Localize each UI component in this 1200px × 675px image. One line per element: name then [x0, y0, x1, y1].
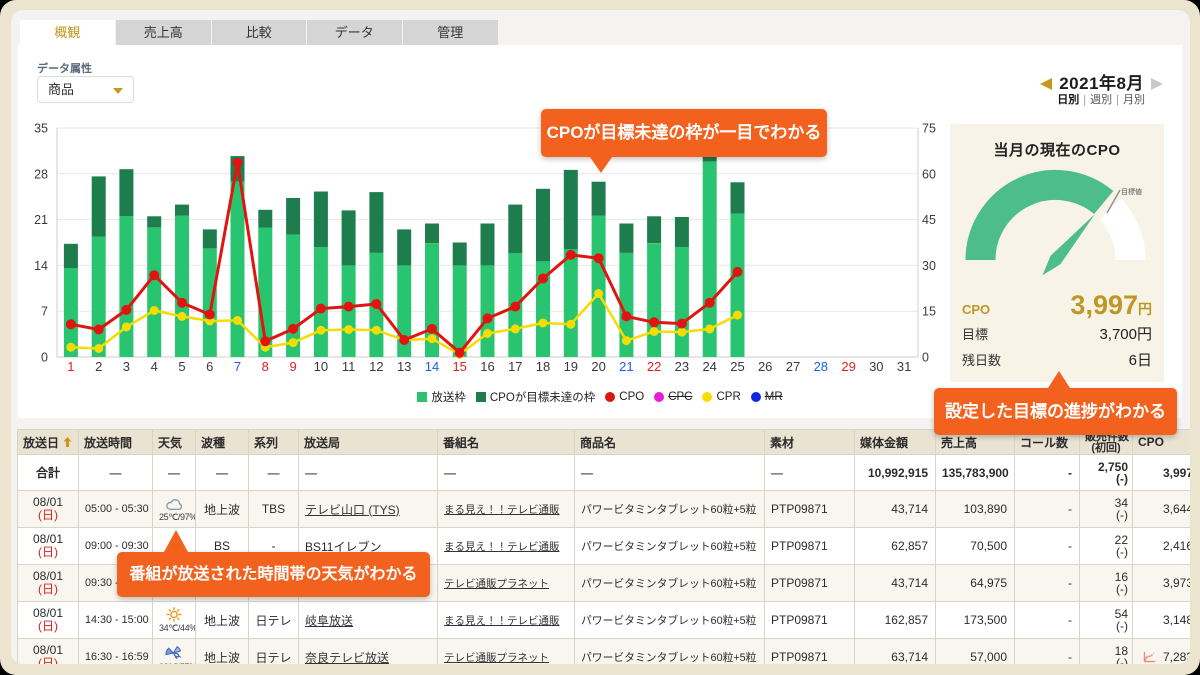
svg-text:16: 16 [480, 359, 494, 374]
svg-text:13: 13 [397, 359, 411, 374]
svg-text:21: 21 [34, 213, 48, 227]
svg-text:0: 0 [922, 351, 929, 365]
svg-text:45: 45 [922, 213, 936, 227]
svg-text:19: 19 [564, 359, 578, 374]
svg-text:8: 8 [262, 359, 269, 374]
svg-text:27: 27 [786, 359, 800, 374]
svg-text:12: 12 [369, 359, 383, 374]
svg-text:60: 60 [922, 167, 936, 181]
svg-text:1: 1 [67, 359, 74, 374]
svg-text:24: 24 [702, 359, 716, 374]
svg-text:18: 18 [536, 359, 550, 374]
svg-text:7: 7 [234, 359, 241, 374]
svg-text:2: 2 [95, 359, 102, 374]
svg-text:28: 28 [814, 359, 828, 374]
svg-text:目標値: 目標値 [1121, 187, 1142, 196]
svg-text:5: 5 [178, 359, 185, 374]
svg-text:15: 15 [922, 305, 936, 319]
svg-text:35: 35 [34, 122, 48, 136]
svg-text:14: 14 [34, 259, 48, 273]
svg-text:7: 7 [41, 305, 48, 319]
svg-text:10: 10 [314, 359, 328, 374]
svg-text:17: 17 [508, 359, 522, 374]
svg-text:28: 28 [34, 167, 48, 181]
svg-text:75: 75 [922, 122, 936, 136]
svg-text:30: 30 [922, 259, 936, 273]
svg-text:4: 4 [151, 359, 158, 374]
svg-text:0: 0 [41, 351, 48, 365]
svg-text:6: 6 [206, 359, 213, 374]
svg-text:20: 20 [591, 359, 605, 374]
svg-text:3: 3 [123, 359, 130, 374]
svg-text:9: 9 [289, 359, 296, 374]
svg-text:11: 11 [342, 359, 356, 374]
svg-text:30: 30 [869, 359, 883, 374]
svg-text:25: 25 [730, 359, 744, 374]
svg-text:31: 31 [897, 359, 911, 374]
svg-text:14: 14 [425, 359, 439, 374]
svg-text:29: 29 [841, 359, 855, 374]
svg-text:26: 26 [758, 359, 772, 374]
svg-text:22: 22 [647, 359, 661, 374]
svg-text:21: 21 [619, 359, 633, 374]
svg-text:15: 15 [452, 359, 466, 374]
svg-text:23: 23 [675, 359, 689, 374]
